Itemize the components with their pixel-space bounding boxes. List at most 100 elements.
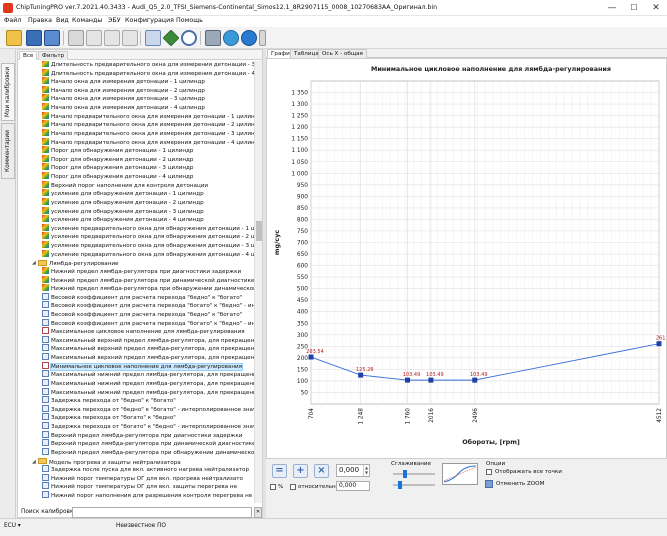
relative-value-stepper[interactable]: 0,000 (336, 481, 370, 491)
tree-item[interactable]: усиление предварительного окна для обнар… (42, 249, 254, 260)
tree-item[interactable]: усиление для обнаружения детонации - 4 ц… (42, 215, 204, 225)
connect-icon[interactable] (223, 30, 239, 46)
menu-commands[interactable]: Команды (72, 17, 102, 24)
tree-item[interactable]: Задержка после пуска для вкл. активного … (42, 465, 249, 475)
tree-item[interactable]: Максимальный нижний предел лямбда-регуля… (42, 387, 254, 398)
search-clear-button[interactable]: ✕ (254, 507, 262, 518)
tree-item[interactable]: Весовой коэффициент для расчета перехода… (42, 292, 242, 303)
tree-item[interactable]: Максимальное цикловое наполнение для лям… (42, 327, 245, 337)
tree-item[interactable]: Максимальный нижний предел лямбда-регуля… (42, 370, 254, 380)
tree-item[interactable]: Длительность предварительного окна для и… (42, 68, 254, 79)
chart-svg[interactable]: 5010015020025030035040045050055060065070… (267, 59, 666, 458)
show-all-points-checkbox[interactable] (486, 469, 492, 475)
tree-item[interactable]: Начало предварительного окна для измерен… (42, 137, 254, 148)
chart-area[interactable]: 50 100 150 200 250 300 350 400 450 500 550 600 650 70… (266, 58, 667, 459)
tree-item[interactable]: Весовой коэффициент для расчета перехода… (42, 318, 254, 329)
smoothing-slider-2-thumb[interactable] (398, 481, 402, 489)
save-icon[interactable] (26, 30, 42, 46)
smoothing-slider-thumb[interactable] (403, 470, 407, 478)
maximize-button[interactable]: ☐ (623, 0, 645, 16)
tree-item[interactable]: Нижний предел лямбда-регулятора при обна… (42, 284, 254, 294)
import-icon[interactable] (122, 30, 138, 46)
search-input[interactable] (72, 507, 252, 518)
tree-item[interactable]: Весовой коэффициент для расчета перехода… (42, 301, 254, 311)
help-icon[interactable] (241, 30, 257, 46)
tree-item[interactable]: Длительность предварительного окна для и… (42, 61, 254, 70)
tree-item[interactable]: Начало окна для измерения детонации - 4 … (42, 103, 205, 113)
menu-file[interactable]: Файл (4, 17, 21, 24)
tree-item[interactable]: Нижний порог наполнения для разрешения к… (42, 491, 252, 501)
tree-item[interactable]: Нижний предел лямбда-регулятора при дина… (42, 275, 254, 286)
tab-filter[interactable]: Фильтр (38, 51, 69, 60)
menu-edit[interactable]: Правка (28, 17, 52, 24)
menu-view[interactable]: Вид (56, 17, 69, 24)
tree-item[interactable]: усиление для обнаружения детонации - 1 ц… (42, 189, 204, 199)
ecu-status[interactable]: ECU ▾ (4, 523, 21, 529)
stepper-arrows-icon[interactable]: ▲ ▼ (363, 465, 369, 476)
save-as-icon[interactable] (44, 30, 60, 46)
tree-item[interactable]: усиление предварительного окна для обнар… (42, 241, 254, 251)
pin-icon[interactable] (259, 30, 266, 46)
tree-item[interactable]: Максимальный нижний предел лямбда-регуля… (42, 378, 254, 389)
tree-item[interactable]: Минимальное цикловое наполнение для лямб… (42, 361, 243, 372)
menu-configuration[interactable]: Конфигурация (125, 17, 174, 24)
tree-scrollbar[interactable] (254, 61, 262, 503)
tree-item[interactable]: Начало окна для измерения детонации - 3 … (42, 94, 205, 104)
menu-ecu[interactable]: ЭБУ (108, 17, 121, 24)
tab-all[interactable]: Все (19, 51, 38, 60)
percent-checkbox[interactable] (270, 484, 276, 490)
tree-item[interactable]: Задержка перехода от "бедно" к "богато" (42, 396, 176, 406)
open-icon[interactable] (6, 30, 22, 46)
tree-item[interactable]: усиление для обнаружения детонации - 3 ц… (42, 206, 204, 217)
tree-item[interactable]: Нижний порог температуры ОГ для вкл. защ… (42, 482, 237, 492)
tree-item[interactable]: усиление для обнаружения детонации - 2 ц… (42, 197, 204, 208)
menu-help[interactable]: Помощь (176, 17, 203, 24)
tree-item[interactable]: Порог для обнаружения детонации - 3 цили… (42, 163, 193, 173)
tree-item[interactable]: усиление предварительного окна для обнар… (42, 223, 254, 234)
print-icon[interactable] (68, 30, 84, 46)
cancel-zoom-button[interactable]: Отменить ZOOM (496, 481, 544, 487)
value-stepper[interactable]: 0,000 ▲ ▼ (336, 464, 370, 477)
tree-item[interactable]: Верхний предел лямбда-регулятора при диа… (42, 430, 242, 441)
tree-item[interactable]: Начало предварительного окна для измерен… (42, 120, 254, 130)
diamond-icon[interactable] (162, 29, 180, 47)
tree-item[interactable]: Начало окна для измерения детонации - 1 … (42, 77, 205, 87)
tree-folder[interactable]: ◢ Модель прогрева и защиты нейтрализатора (32, 457, 181, 467)
relative-checkbox[interactable] (290, 484, 296, 490)
tree-item[interactable]: Верхний предел лямбда-регулятора при обн… (42, 447, 254, 458)
paste-icon[interactable] (104, 30, 120, 46)
tree-item[interactable]: Задержка перехода от "богато" к "бедно" … (42, 422, 254, 432)
tree-item[interactable]: Начало предварительного окна для измерен… (42, 111, 254, 122)
tree-item[interactable]: Нижний порог температуры ОГ для вкл. про… (42, 473, 243, 484)
tree-item[interactable]: Задержка перехода от "бедно" к "богато" … (42, 404, 254, 415)
tree-item[interactable]: Нижний предел лямбда-регулятора при диаг… (42, 266, 241, 277)
smoothing-slider[interactable] (393, 473, 435, 475)
tab-comments[interactable]: Комментарии (1, 123, 15, 179)
tree-item[interactable]: Весовой коэффициент для расчета перехода… (42, 309, 242, 320)
tree-item[interactable]: Начало предварительного окна для измерен… (42, 128, 254, 139)
tab-my-calibrations[interactable]: Мои калибровки (1, 63, 15, 121)
tree-item[interactable]: Верхний порог наполнения для контроля де… (42, 180, 208, 191)
tree-item[interactable]: Верхний предел лямбда-регулятора при дин… (42, 439, 254, 449)
tree-item[interactable]: Максимальный верхний предел лямбда-регул… (42, 344, 254, 354)
tree-item[interactable]: Порог для обнаружения детонации - 1 цили… (42, 146, 193, 156)
cancel-zoom-icon[interactable] (485, 480, 493, 488)
copy-icon[interactable] (86, 30, 102, 46)
close-button[interactable]: ✕ (645, 0, 667, 16)
zoom-icon[interactable] (181, 30, 197, 46)
tree-item[interactable]: Начало окна для измерения детонации - 2 … (42, 85, 205, 96)
tree-item[interactable]: Максимальный верхний предел лямбда-регул… (42, 335, 254, 346)
tab-x-axis-common[interactable]: Ось X - общая (318, 49, 367, 58)
tree-item[interactable]: Максимальный верхний предел лямбда-регул… (42, 353, 254, 363)
tree-item[interactable]: усиление предварительного окна для обнар… (42, 232, 254, 242)
tree-item[interactable]: Порог для обнаружения детонации - 2 цили… (42, 154, 193, 165)
tree-item[interactable]: Порог для обнаружения детонации - 4 цили… (42, 172, 193, 182)
compare-icon[interactable] (145, 30, 161, 46)
tree-item[interactable]: Задержка перехода от "богато" к "бедно" (42, 413, 176, 423)
add-value-button[interactable]: + (293, 464, 308, 478)
set-value-button[interactable]: = (272, 464, 287, 478)
tree-scrollbar-thumb[interactable] (256, 221, 262, 241)
minimize-button[interactable]: — (601, 0, 623, 16)
multiply-value-button[interactable]: × (314, 464, 329, 478)
tools-icon[interactable] (205, 30, 221, 46)
